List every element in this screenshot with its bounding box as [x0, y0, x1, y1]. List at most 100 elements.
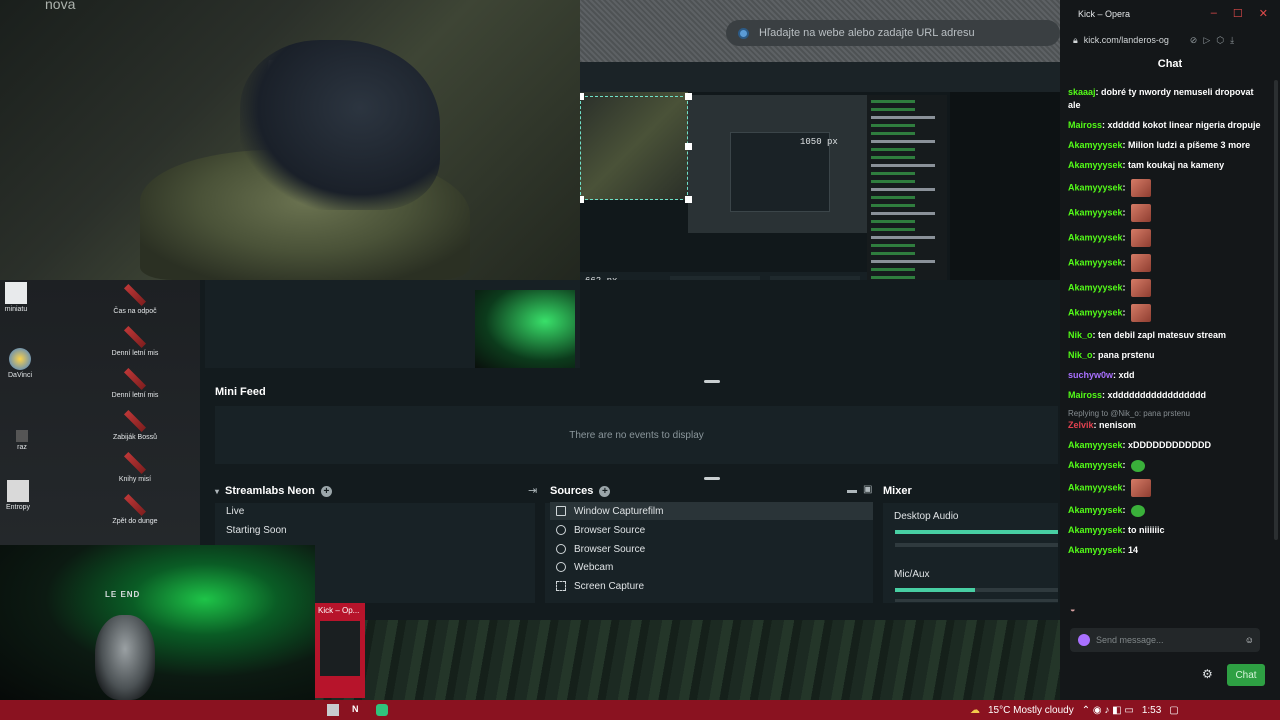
screen-capture-icon	[556, 581, 566, 591]
chat-username[interactable]: Maiross	[1068, 390, 1102, 400]
desktop-icon[interactable]: Denní letní mis	[105, 368, 165, 399]
chat-input[interactable]: Send message... ☺	[1070, 628, 1260, 652]
tray-icons[interactable]: ⌃ ◉ ♪ ◧ ▭	[1082, 705, 1134, 716]
desktop-icon-label: Entropy	[5, 504, 31, 511]
desktop-icon[interactable]: DaVinci	[0, 348, 50, 379]
browser-search-bar[interactable]: Hľadajte na webe alebo zadajte URL adres…	[726, 20, 1060, 46]
file-explorer-icon[interactable]	[327, 704, 339, 716]
desktop-icon-label: Čas na odpoč	[113, 308, 157, 315]
chat-message: Akamyyysek:	[1068, 479, 1268, 497]
desktop-icon[interactable]: miniatu	[0, 282, 46, 313]
clock[interactable]: 1:53	[1142, 705, 1161, 716]
chevron-down-icon[interactable]: ▾	[215, 487, 219, 496]
chat-username[interactable]: Zelvik	[1068, 420, 1094, 430]
chat-username[interactable]: Akamyyysek	[1068, 182, 1123, 192]
source-label: Browser Source	[574, 524, 646, 536]
streamlabs-icon[interactable]	[376, 704, 388, 716]
source-item[interactable]: Screen Capture	[550, 577, 873, 595]
chat-username[interactable]: Nik_o	[1068, 330, 1093, 340]
source-label: Screen Capture	[574, 580, 645, 592]
desktop-icon[interactable]: Zabiják Bossů	[105, 410, 165, 441]
folder-icon[interactable]: ▬	[847, 485, 857, 496]
resize-handle[interactable]	[685, 93, 692, 100]
chat-username[interactable]: Akamyyysek	[1068, 282, 1123, 292]
emoji-icon[interactable]: ☺	[1245, 635, 1254, 645]
add-scene-icon[interactable]: +	[320, 485, 332, 497]
scene-transition-icon[interactable]: ⇥	[528, 484, 537, 497]
desktop-audio-slider[interactable]	[895, 543, 1058, 547]
gear-icon[interactable]: ⚙	[1202, 667, 1213, 681]
chat-username[interactable]: Akamyyysek	[1068, 482, 1123, 492]
selection-box[interactable]	[580, 96, 688, 200]
resize-handle[interactable]	[580, 93, 584, 100]
chat-message: Akamyyysek: xDDDDDDDDDDDD	[1068, 440, 1212, 450]
chat-username[interactable]: Akamyyysek	[1068, 307, 1123, 317]
chat-username[interactable]: Akamyyysek	[1068, 505, 1123, 515]
chat-username[interactable]: Akamyyysek	[1068, 140, 1123, 150]
emote-icon	[1131, 229, 1152, 247]
chat-username[interactable]: Maiross	[1068, 120, 1102, 130]
chat-username[interactable]: Akamyyysek	[1068, 525, 1123, 535]
add-source-icon[interactable]: +	[599, 485, 611, 497]
scene-item[interactable]: Live	[226, 506, 244, 517]
shield-icon[interactable]: ⊘	[1190, 35, 1198, 46]
source-item[interactable]: Browser Source	[550, 521, 873, 539]
chat-username[interactable]: Akamyyysek	[1068, 545, 1123, 555]
desktop-icon[interactable]: Denní letní mis	[105, 326, 165, 357]
system-tray: ☁ 15°C Mostly cloudy ⌃ ◉ ♪ ◧ ▭ 1:53 ▢	[970, 700, 1179, 720]
notifications-icon[interactable]: ▢	[1169, 705, 1178, 716]
weather-text[interactable]: 15°C Mostly cloudy	[988, 705, 1074, 716]
mic-aux-slider[interactable]	[895, 599, 1058, 602]
desktop-icon[interactable]: raz	[0, 430, 52, 451]
scene-item[interactable]: Starting Soon	[226, 525, 287, 536]
chat-text: xDDDDDDDDDDDD	[1128, 440, 1212, 450]
width-measure: 1050 px	[800, 137, 838, 147]
window-title: Kick – Opera	[1078, 9, 1131, 19]
source-item[interactable]: Webcam	[550, 558, 873, 576]
chat-username[interactable]: suchyw0w	[1068, 370, 1113, 380]
chat-scrollbar[interactable]	[1274, 80, 1278, 540]
globe-icon	[556, 525, 566, 535]
share-icon[interactable]: ▷	[1203, 35, 1210, 46]
maximize-icon[interactable]: ☐	[1233, 7, 1243, 20]
chat-username[interactable]: Akamyyysek	[1068, 232, 1123, 242]
chat-username[interactable]: Akamyyysek	[1068, 460, 1123, 470]
resize-grip-icon[interactable]	[704, 477, 720, 480]
kick-window-thumbnail[interactable]: Kick – Op...	[315, 603, 365, 698]
chat-username[interactable]: Akamyyysek	[1068, 440, 1123, 450]
webcam-shirt-text: LE END	[105, 590, 141, 599]
extension-icon[interactable]: ⬡	[1216, 35, 1224, 46]
chat-username[interactable]: skaaaj	[1068, 87, 1096, 97]
resize-handle[interactable]	[580, 196, 584, 203]
notion-icon[interactable]: N	[352, 704, 364, 716]
send-chat-button[interactable]: Chat	[1227, 664, 1265, 686]
chat-username[interactable]: Akamyyysek	[1068, 207, 1123, 217]
source-item[interactable]: Window Capturefilm	[550, 502, 873, 520]
minimize-icon[interactable]: –	[1211, 7, 1217, 20]
source-item[interactable]: Browser Source	[550, 540, 873, 558]
lock-icon: 🔒︎	[1073, 34, 1078, 45]
desktop-icon-label: DaVinci	[8, 372, 32, 379]
webcam-person	[95, 615, 155, 700]
mixer-settings-icon[interactable]: ▣	[863, 484, 872, 495]
chat-username[interactable]: Akamyyysek	[1068, 160, 1123, 170]
resize-handle[interactable]	[685, 143, 692, 150]
chat-text: xddddddddddddddddd	[1107, 390, 1206, 400]
desktop-wallpaper	[315, 620, 1060, 700]
address-bar[interactable]: 🔒︎ kick.com/landeros-og ⊘ ▷ ⬡ ⤓	[1068, 30, 1278, 50]
desktop-icons-area: miniatu DaVinci raz Entropy Čas na odpoč…	[0, 280, 200, 545]
chat-username[interactable]: Nik_o	[1068, 350, 1093, 360]
close-icon[interactable]: ✕	[1259, 7, 1268, 20]
desktop-icon[interactable]: Knihy misí	[105, 452, 165, 483]
chat-text: xddddd kokot linear nigeria dropuje	[1107, 120, 1261, 130]
chat-text: tam koukaj na kameny	[1128, 160, 1225, 170]
chat-input-placeholder: Send message...	[1096, 635, 1164, 645]
desktop-icon[interactable]: Čas na odpoč	[105, 284, 165, 315]
search-placeholder: Hľadajte na webe alebo zadajte URL adres…	[759, 27, 975, 39]
emote-picker-preview-icon[interactable]: ◒	[1070, 604, 1075, 614]
resize-handle[interactable]	[685, 196, 692, 203]
desktop-icon[interactable]: Entropy	[0, 480, 48, 511]
download-icon[interactable]: ⤓	[1230, 35, 1234, 46]
desktop-icon[interactable]: Zpět do dunge	[105, 494, 165, 525]
chat-username[interactable]: Akamyyysek	[1068, 257, 1123, 267]
